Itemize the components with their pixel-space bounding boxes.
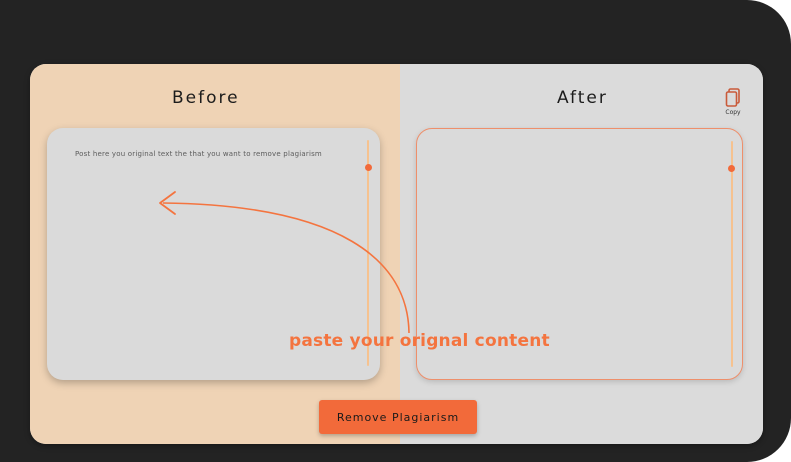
before-scroll-thumb[interactable] xyxy=(365,164,372,171)
after-scroll-thumb[interactable] xyxy=(728,165,735,172)
after-scrollbar[interactable] xyxy=(731,141,733,367)
before-title: Before xyxy=(172,88,240,108)
editor-card: Before After Copy Post here you original… xyxy=(30,64,763,444)
remove-plagiarism-button[interactable]: Remove Plagiarism xyxy=(319,400,477,434)
original-text-placeholder: Post here you original text the that you… xyxy=(75,150,322,158)
copy-button[interactable]: Copy xyxy=(722,88,744,122)
copy-label: Copy xyxy=(725,109,741,116)
paste-hint: paste your orignal content xyxy=(289,331,550,351)
copy-icon xyxy=(725,88,740,107)
after-title: After xyxy=(557,88,608,108)
